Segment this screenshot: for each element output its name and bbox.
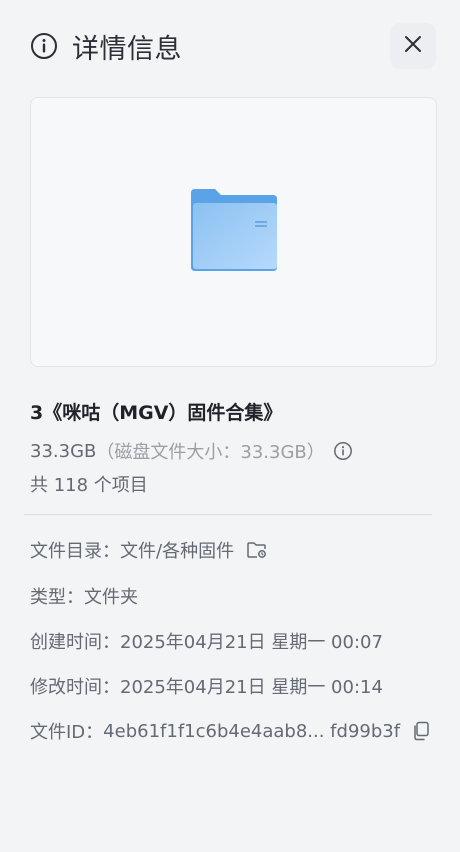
page-title: 详情信息 — [72, 33, 182, 65]
disk-size: （磁盘文件大小：33.3GB） — [96, 442, 325, 463]
modified-value: 2025年04月21日 星期一 00:14 — [120, 677, 383, 698]
item-count: 共 118 个项目 — [30, 475, 148, 496]
close-icon — [403, 34, 423, 58]
directory-value: 文件/各种固件 — [120, 541, 235, 562]
info-circle-icon — [30, 32, 58, 60]
panel-header: 详情信息 — [30, 23, 436, 69]
folder-icon — [189, 189, 279, 275]
file-id-value: 4eb61f1f1c6b4e4aab8... fd99b3f — [103, 720, 401, 742]
created-value: 2025年04月21日 星期一 00:07 — [120, 632, 383, 653]
directory-row: 文件目录： 文件/各种固件 — [30, 537, 267, 563]
divider — [24, 514, 432, 515]
type-label: 类型： — [30, 587, 84, 608]
modified-label: 修改时间： — [30, 677, 120, 698]
type-row: 类型： 文件夹 — [30, 583, 138, 609]
file-id-label: 文件ID： — [30, 722, 104, 743]
size-info: 33.3GB （磁盘文件大小：33.3GB） — [30, 438, 353, 464]
file-name: 3《咪咕（MGV）固件合集》 — [30, 402, 283, 424]
modified-row: 修改时间： 2025年04月21日 星期一 00:14 — [30, 673, 383, 699]
directory-label: 文件目录： — [30, 541, 120, 562]
folder-locate-icon[interactable] — [246, 540, 267, 560]
details-panel: 详情信息 3《咪咕（MGV）固件合集》 33.3GB （磁盘文件大小：33.3G… — [0, 0, 460, 852]
type-value: 文件夹 — [84, 587, 138, 608]
file-preview — [30, 97, 437, 367]
created-label: 创建时间： — [30, 632, 120, 653]
file-size: 33.3GB — [30, 440, 97, 462]
close-button[interactable] — [390, 23, 436, 69]
copy-icon[interactable] — [412, 721, 432, 741]
info-circle-icon[interactable] — [333, 441, 353, 461]
created-row: 创建时间： 2025年04月21日 星期一 00:07 — [30, 628, 383, 654]
file-id-row: 文件ID： 4eb61f1f1c6b4e4aab8... fd99b3f — [30, 718, 432, 744]
